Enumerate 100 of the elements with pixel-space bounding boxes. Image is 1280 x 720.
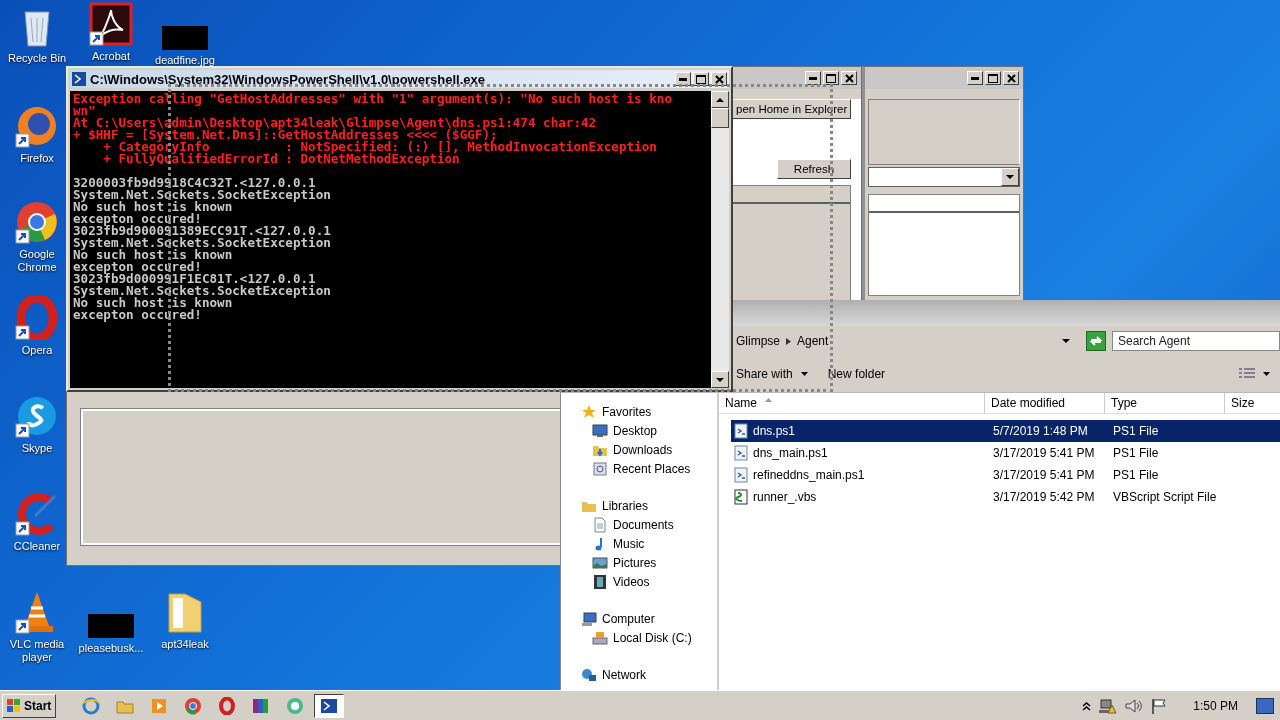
nav-item[interactable]: Libraries <box>561 496 717 515</box>
file-row[interactable]: dns.ps1 5/7/2019 1:48 PM PS1 File <box>731 420 1280 442</box>
globe-icon <box>581 666 597 683</box>
search-field[interactable]: Search Agent <box>1112 331 1280 351</box>
down-arrow-icon[interactable] <box>716 377 724 382</box>
refresh-button[interactable]: Refresh <box>777 159 851 179</box>
swoosh-logo-icon[interactable] <box>89 2 133 46</box>
up-arrow-icon[interactable] <box>716 97 724 102</box>
icon-label: Skype <box>20 442 54 455</box>
nav-item[interactable]: Desktop <box>561 421 717 440</box>
clock[interactable]: 1:50 PM <box>1193 698 1238 713</box>
caret-icon <box>800 372 808 376</box>
file-name: dns.ps1 <box>753 424 796 438</box>
image-thumbnail[interactable] <box>162 26 208 50</box>
nav-item[interactable]: Pictures <box>561 553 717 572</box>
nav-item[interactable]: Local Disk (C:) <box>561 628 717 647</box>
film-icon <box>592 573 608 590</box>
refresh-button[interactable] <box>1086 331 1106 351</box>
open-home-button[interactable]: pen Home in Explorer <box>731 99 851 119</box>
date-modified: 3/17/2019 5:41 PM <box>992 468 1096 482</box>
breadcrumb[interactable]: Agent <box>797 334 829 348</box>
toolbar-button[interactable]: New folder <box>824 365 889 383</box>
column-header[interactable]: Type <box>1105 393 1225 413</box>
icon-label: pleasebusk... <box>77 642 145 655</box>
start-button[interactable]: Start <box>2 693 57 718</box>
file-row[interactable]: runner_.vbs 3/17/2019 5:42 PM VBScript Script File <box>731 486 1280 508</box>
maximize-icon <box>696 74 706 84</box>
fox-globe-icon[interactable] <box>15 104 59 148</box>
nav-item[interactable]: Downloads <box>561 440 717 459</box>
picture-icon <box>592 554 608 571</box>
console-line: excepton occured! <box>73 213 202 225</box>
flag-icon[interactable] <box>1151 697 1168 714</box>
maximize-button[interactable] <box>693 72 709 86</box>
column-header[interactable]: Name <box>719 393 985 413</box>
console-line: 3200003fb9d9918C4C32T.<127.0.0.1 <box>73 177 316 189</box>
file-row[interactable]: dns_main.ps1 3/17/2019 5:41 PM PS1 File <box>731 442 1280 464</box>
console-line: No such host is known <box>73 297 233 309</box>
taskbar-app-button[interactable] <box>314 693 345 718</box>
close-button[interactable] <box>711 72 727 86</box>
dropdown-button[interactable] <box>1001 168 1019 186</box>
date-modified: 3/17/2019 5:41 PM <box>992 446 1096 460</box>
minimize-icon <box>809 76 817 80</box>
caret-icon[interactable] <box>1263 372 1270 376</box>
file-type: VBScript Script File <box>1112 490 1218 504</box>
file-type: PS1 File <box>1112 468 1160 482</box>
console-line: + CategoryInfo : NotSpecified: (:) [], MethodInvocationException <box>103 141 658 153</box>
dropdown-arrow-icon[interactable] <box>1062 339 1070 343</box>
dropdown-field[interactable] <box>868 167 1020 187</box>
file-name: dns_main.ps1 <box>753 446 828 460</box>
play-icon <box>150 696 169 715</box>
console-line: System.Net.Sockets.SocketException <box>73 237 332 249</box>
console-line: Exception calling "GetHostAddresses" with "1" argument(s): "No such host is kno <box>73 93 673 105</box>
nav-item[interactable]: Computer <box>561 609 717 628</box>
chevron-up-icon[interactable] <box>1082 700 1092 711</box>
script-file-icon <box>733 423 749 439</box>
disk-icon <box>592 629 608 646</box>
column-header[interactable]: Size <box>1225 393 1280 413</box>
nav-item[interactable]: Videos <box>561 572 717 591</box>
file-row[interactable]: refineddns_main.ps1 3/17/2019 5:41 PM PS1 File <box>731 464 1280 486</box>
minimize-button[interactable] <box>675 72 691 86</box>
breadcrumb[interactable]: Glimpse <box>736 334 780 348</box>
monitor-icon <box>592 422 608 439</box>
script-file-icon <box>733 445 749 461</box>
console-line: wn" <box>73 105 96 117</box>
console-line: + $HHF = [System.Net.Dns]::GetHostAddresses <<<< ($GGF); <box>73 129 498 141</box>
brush-arc-icon[interactable] <box>15 492 59 536</box>
minimize-icon <box>971 76 979 80</box>
chevron-icon[interactable] <box>786 337 791 345</box>
nav-item[interactable]: Favorites <box>561 402 717 421</box>
scrollbar[interactable] <box>711 91 729 388</box>
globe-e-icon <box>82 696 101 715</box>
toolbar-button[interactable]: Share with <box>733 365 811 383</box>
console-line: 3023fb9d900091389ECC91T.<127.0.0.1 <box>73 225 332 237</box>
nav-item[interactable]: Music <box>561 534 717 553</box>
close-icon <box>714 74 724 84</box>
show-desktop-button[interactable] <box>1256 697 1274 714</box>
column-header[interactable]: Date modified <box>985 393 1105 413</box>
nav-item[interactable]: Network <box>561 665 717 684</box>
tricolor-circle-icon[interactable] <box>15 200 59 244</box>
maximize-icon <box>988 73 998 83</box>
ring-dot-icon <box>286 696 305 715</box>
clock-folder-icon <box>592 460 608 477</box>
cloud-logo-icon[interactable] <box>15 394 59 438</box>
image-thumbnail[interactable] <box>88 614 134 638</box>
icon-label: Google Chrome <box>16 248 58 274</box>
network-warning-icon[interactable] <box>1099 697 1118 714</box>
nav-item[interactable]: Documents <box>561 515 717 534</box>
scroll-thumb[interactable] <box>711 108 729 128</box>
file-type: PS1 File <box>1112 424 1160 438</box>
icon-label: Firefox <box>19 152 55 165</box>
console-line: System.Net.Sockets.SocketException <box>73 285 332 297</box>
ring-logo-icon[interactable] <box>15 296 59 340</box>
date-modified: 5/7/2019 1:48 PM <box>992 424 1089 438</box>
view-options-icon[interactable] <box>1239 368 1255 380</box>
speaker-icon[interactable] <box>1125 697 1144 714</box>
windows-flag-icon <box>7 698 21 713</box>
nav-item[interactable]: Recent Places <box>561 459 717 478</box>
caret-icon <box>1006 175 1014 179</box>
document-icon <box>592 516 608 533</box>
tricolor-circle-icon <box>184 696 203 715</box>
